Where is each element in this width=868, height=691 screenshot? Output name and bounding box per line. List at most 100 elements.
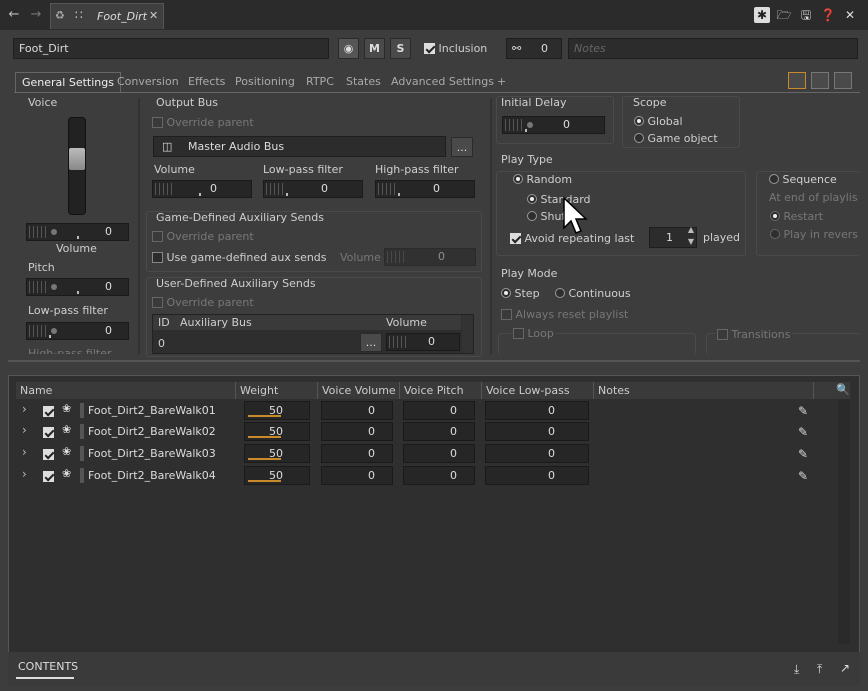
voice-lpf-slider[interactable]: 0	[26, 322, 129, 340]
voice-pitch-cell[interactable]: 0	[403, 422, 475, 441]
voice-lpf-cell[interactable]: 0	[485, 466, 589, 485]
avoid-repeating-checkbox[interactable]	[510, 233, 521, 244]
random-option[interactable]: Random	[510, 173, 576, 186]
row-include-checkbox[interactable]	[43, 406, 54, 417]
sequence-radio[interactable]	[769, 174, 779, 184]
help-icon[interactable]: ❓	[820, 7, 836, 23]
voice-lpf-cell[interactable]: 0	[485, 422, 589, 441]
layout-single-icon[interactable]	[788, 72, 806, 89]
user-aux-scrollbar[interactable]	[462, 315, 473, 353]
weight-slider[interactable]: 50	[244, 466, 310, 485]
list-item[interactable]: › ❀ Foot_Dirt2_BareWalk04 50 0 0 0 ✎	[16, 465, 838, 487]
tab-advanced-settings[interactable]: Advanced Settings	[385, 72, 500, 92]
close-window-icon[interactable]: ✕	[842, 7, 858, 23]
game-aux-use-checkbox[interactable]	[152, 252, 163, 263]
step-option[interactable]: Step	[501, 287, 540, 300]
row-include-checkbox[interactable]	[43, 471, 54, 482]
shuffle-radio[interactable]	[527, 211, 537, 221]
row-include-checkbox[interactable]	[43, 427, 54, 438]
tab-states[interactable]: States	[340, 72, 387, 92]
output-bus-field[interactable]: ◫ Master Audio Bus	[153, 136, 446, 157]
document-tab[interactable]: ♻ ∷ Foot_Dirt ✕	[50, 3, 164, 29]
user-aux-volume-slider[interactable]: 0	[386, 333, 460, 351]
chevron-right-icon[interactable]: ›	[22, 445, 27, 459]
voice-volume-slider[interactable]: 0	[26, 223, 129, 241]
search-icon[interactable]: 🔍	[836, 383, 850, 396]
row-include-checkbox[interactable]	[43, 449, 54, 460]
user-aux-browse-button[interactable]: ...	[360, 333, 382, 352]
tab-general-settings[interactable]: General Settings	[15, 72, 121, 93]
spinner-icon[interactable]: ▲ ▼	[688, 224, 694, 248]
chevron-right-icon[interactable]: ›	[22, 402, 27, 416]
panel-splitter[interactable]	[8, 360, 860, 362]
solo-button[interactable]: S	[390, 38, 411, 59]
weight-slider[interactable]: 50	[244, 444, 310, 463]
tab-contents[interactable]: CONTENTS	[18, 660, 78, 673]
close-icon[interactable]: ✕	[149, 9, 158, 22]
header-voice-volume[interactable]: Voice Volume	[318, 382, 400, 399]
forward-arrow-icon[interactable]: →	[28, 7, 44, 23]
header-voice-pitch[interactable]: Voice Pitch	[400, 382, 482, 399]
avoid-count-input[interactable]: 1 ▲ ▼	[649, 224, 697, 248]
voice-volume-cell[interactable]: 0	[321, 444, 393, 463]
edit-icon[interactable]: ✎	[798, 404, 808, 418]
header-name[interactable]: Name	[16, 382, 236, 399]
output-lpf-slider[interactable]: 0	[263, 180, 363, 198]
back-arrow-icon[interactable]: ←	[6, 7, 22, 23]
step-radio[interactable]	[501, 288, 511, 298]
header-notes[interactable]: Notes	[594, 382, 814, 399]
fader-knob[interactable]	[69, 148, 85, 170]
popout-icon[interactable]: ↗	[840, 661, 850, 675]
continuous-radio[interactable]	[555, 288, 565, 298]
random-radio[interactable]	[513, 174, 523, 184]
save-icon[interactable]: 🖫	[798, 7, 814, 23]
scope-game-object-option[interactable]: Game object	[634, 132, 718, 145]
standard-radio[interactable]	[527, 194, 537, 204]
sequence-option[interactable]: Sequence	[766, 173, 840, 186]
scope-global-option[interactable]: Global	[634, 115, 683, 128]
weight-slider[interactable]: 50	[244, 401, 310, 420]
edit-icon[interactable]: ✎	[798, 447, 808, 461]
chevron-right-icon[interactable]: ›	[22, 467, 27, 481]
layout-split-horizontal-icon[interactable]	[834, 72, 852, 89]
list-item[interactable]: › ❀ Foot_Dirt2_BareWalk02 50 0 0 0 ✎	[16, 421, 838, 443]
voice-volume-cell[interactable]: 0	[321, 401, 393, 420]
voice-lpf-cell[interactable]: 0	[485, 401, 589, 420]
game-aux-use-toggle[interactable]: Use game-defined aux sends	[152, 251, 327, 264]
tab-conversion[interactable]: Conversion	[111, 72, 185, 92]
output-bus-browse-button[interactable]: ...	[451, 137, 473, 157]
list-item[interactable]: › ❀ Foot_Dirt2_BareWalk03 50 0 0 0 ✎	[16, 443, 838, 465]
voice-pitch-cell[interactable]: 0	[403, 444, 475, 463]
voice-pitch-cell[interactable]: 0	[403, 401, 475, 420]
share-set-field[interactable]: ⚯ 0	[506, 38, 562, 59]
voice-volume-fader[interactable]	[68, 117, 86, 215]
notes-field[interactable]: Notes	[568, 38, 858, 59]
edit-icon[interactable]: ✎	[798, 469, 808, 483]
folder-icon[interactable]: 🗁	[776, 7, 792, 23]
upload-icon[interactable]: ⤒	[817, 662, 822, 677]
initial-delay-slider[interactable]: 0	[502, 116, 605, 134]
list-scrollbar[interactable]	[838, 399, 850, 644]
weight-slider[interactable]: 50	[244, 422, 310, 441]
pin-icon[interactable]: ✱	[754, 7, 770, 23]
output-hpf-slider[interactable]: 0	[375, 180, 475, 198]
scope-global-radio[interactable]	[634, 116, 644, 126]
tab-positioning[interactable]: Positioning	[229, 72, 301, 92]
continuous-option[interactable]: Continuous	[555, 287, 631, 300]
header-voice-lpf[interactable]: Voice Low-pass Filter	[482, 382, 594, 414]
scope-game-object-radio[interactable]	[634, 133, 644, 143]
chevron-right-icon[interactable]: ›	[22, 423, 27, 437]
pitch-slider[interactable]: 0	[26, 278, 129, 296]
download-icon[interactable]: ⤓	[794, 662, 799, 677]
mute-button[interactable]: M	[364, 38, 385, 59]
output-volume-slider[interactable]: 0	[152, 180, 252, 198]
inclusion-toggle[interactable]: Inclusion	[424, 42, 487, 55]
voice-pitch-cell[interactable]: 0	[403, 466, 475, 485]
header-weight[interactable]: Weight	[236, 382, 318, 399]
list-item[interactable]: › ❀ Foot_Dirt2_BareWalk01 50 0 0 0 ✎	[16, 400, 838, 422]
tab-effects[interactable]: Effects	[182, 72, 231, 92]
voice-lpf-cell[interactable]: 0	[485, 444, 589, 463]
object-name-field[interactable]: Foot_Dirt	[13, 38, 329, 59]
layout-split-vertical-icon[interactable]	[811, 72, 829, 89]
tab-add[interactable]: +	[491, 72, 512, 92]
